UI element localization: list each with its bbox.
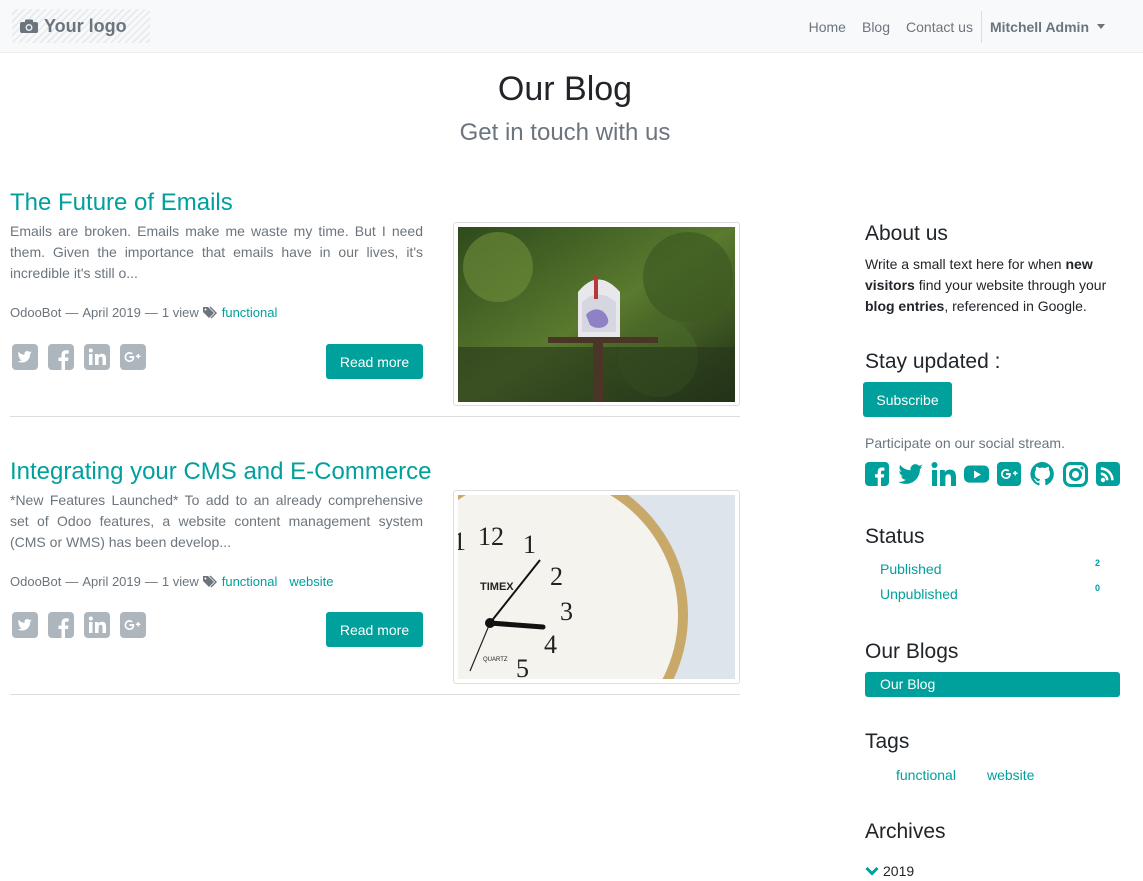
linkedin-icon[interactable] bbox=[84, 612, 110, 638]
archives-heading: Archives bbox=[865, 820, 946, 843]
rss-icon[interactable] bbox=[1096, 461, 1121, 487]
logo[interactable]: Your logo bbox=[12, 9, 150, 43]
tag-link[interactable]: website bbox=[987, 767, 1034, 783]
about-bold: blog entries bbox=[865, 298, 945, 314]
meta-separator: — bbox=[65, 305, 79, 320]
tags-heading: Tags bbox=[865, 730, 910, 753]
post-title[interactable]: The Future of Emails bbox=[10, 189, 233, 217]
post-date: April 2019 bbox=[82, 574, 141, 589]
blog-list-item[interactable]: Our Blog bbox=[865, 672, 1120, 697]
nav-home[interactable]: Home bbox=[801, 19, 854, 35]
svg-text:5: 5 bbox=[516, 654, 529, 679]
linkedin-icon[interactable] bbox=[84, 344, 110, 370]
status-count: 2 bbox=[1094, 558, 1100, 568]
svg-text:4: 4 bbox=[544, 630, 557, 659]
post-tag[interactable]: functional bbox=[222, 305, 278, 320]
share-buttons bbox=[12, 612, 146, 638]
stay-updated-heading: Stay updated : bbox=[865, 350, 1001, 373]
subscribe-button[interactable]: Subscribe bbox=[863, 382, 952, 417]
about-text-part: find your website through your bbox=[914, 277, 1107, 293]
svg-text:12: 12 bbox=[478, 522, 504, 551]
post-title[interactable]: Integrating your CMS and E-Commerce bbox=[10, 458, 432, 486]
camera-icon bbox=[20, 19, 38, 33]
facebook-icon[interactable] bbox=[48, 612, 74, 638]
twitter-icon[interactable] bbox=[12, 612, 38, 638]
github-icon[interactable] bbox=[1030, 461, 1055, 487]
post-meta: OdooBot — April 2019 — 1 view functional… bbox=[10, 574, 341, 589]
post-thumbnail[interactable] bbox=[453, 222, 740, 406]
status-count: 0 bbox=[1094, 583, 1100, 593]
meta-separator: — bbox=[144, 305, 158, 320]
social-stream-text: Participate on our social stream. bbox=[865, 435, 1065, 451]
post-meta: OdooBot — April 2019 — 1 view functional bbox=[10, 305, 285, 320]
post-author: OdooBot bbox=[10, 305, 62, 320]
post-tag[interactable]: functional bbox=[222, 574, 278, 589]
svg-text:3: 3 bbox=[560, 597, 573, 626]
status-label: Unpublished bbox=[880, 586, 958, 602]
meta-separator: — bbox=[144, 574, 158, 589]
youtube-icon[interactable] bbox=[964, 461, 989, 487]
archive-year-label: 2019 bbox=[883, 863, 915, 879]
about-heading: About us bbox=[865, 222, 948, 245]
read-more-button[interactable]: Read more bbox=[326, 344, 423, 379]
post-date: April 2019 bbox=[82, 305, 141, 320]
post-tag[interactable]: website bbox=[289, 574, 333, 589]
facebook-icon[interactable] bbox=[48, 344, 74, 370]
blog-post: Integrating your CMS and E-Commerce *New… bbox=[10, 455, 740, 695]
twitter-icon[interactable] bbox=[12, 344, 38, 370]
twitter-icon[interactable] bbox=[898, 461, 923, 487]
about-text: Write a small text here for when new vis… bbox=[865, 254, 1120, 317]
status-heading: Status bbox=[865, 525, 925, 548]
svg-text:2: 2 bbox=[550, 562, 563, 591]
logo-text: Your logo bbox=[44, 15, 127, 36]
archive-year[interactable]: 2019 bbox=[865, 863, 914, 879]
mailbox-image bbox=[458, 227, 735, 402]
post-author: OdooBot bbox=[10, 574, 62, 589]
svg-text:TIMEX: TIMEX bbox=[480, 581, 514, 593]
linkedin-icon[interactable] bbox=[931, 461, 956, 487]
about-text-part: , referenced in Google. bbox=[944, 298, 1087, 314]
our-blogs-heading: Our Blogs bbox=[865, 640, 959, 663]
clock-image: 12 1 2 3 4 5 1 TIMEX QUARTZ bbox=[458, 495, 735, 679]
tags-icon bbox=[202, 575, 217, 588]
svg-text:QUARTZ: QUARTZ bbox=[483, 657, 508, 663]
post-teaser: Emails are broken. Emails make me waste … bbox=[10, 223, 423, 281]
share-buttons bbox=[12, 344, 146, 370]
meta-separator: — bbox=[65, 574, 79, 589]
post-views: 1 view bbox=[161, 574, 199, 589]
tag-link[interactable]: functional bbox=[896, 767, 956, 783]
status-label: Published bbox=[880, 561, 942, 577]
google-plus-icon[interactable] bbox=[120, 612, 146, 638]
svg-text:1: 1 bbox=[458, 527, 466, 556]
google-plus-icon[interactable] bbox=[997, 461, 1022, 487]
status-unpublished[interactable]: Unpublished 0 bbox=[880, 583, 1100, 602]
post-teaser: *New Features Launched* To add to an alr… bbox=[10, 492, 423, 550]
chevron-down-icon bbox=[865, 866, 879, 876]
instagram-icon[interactable] bbox=[1063, 461, 1088, 487]
post-thumbnail[interactable]: 12 1 2 3 4 5 1 TIMEX QUARTZ bbox=[453, 490, 740, 684]
status-published[interactable]: Published 2 bbox=[880, 558, 1100, 577]
social-links bbox=[865, 461, 1121, 487]
about-text-part: Write a small text here for when bbox=[865, 256, 1066, 272]
svg-text:1: 1 bbox=[523, 530, 536, 559]
read-more-button[interactable]: Read more bbox=[326, 612, 423, 647]
tags-icon bbox=[202, 306, 217, 319]
google-plus-icon[interactable] bbox=[120, 344, 146, 370]
facebook-icon[interactable] bbox=[865, 461, 890, 487]
post-views: 1 view bbox=[161, 305, 199, 320]
blog-post: The Future of Emails Emails are broken. … bbox=[10, 186, 740, 417]
